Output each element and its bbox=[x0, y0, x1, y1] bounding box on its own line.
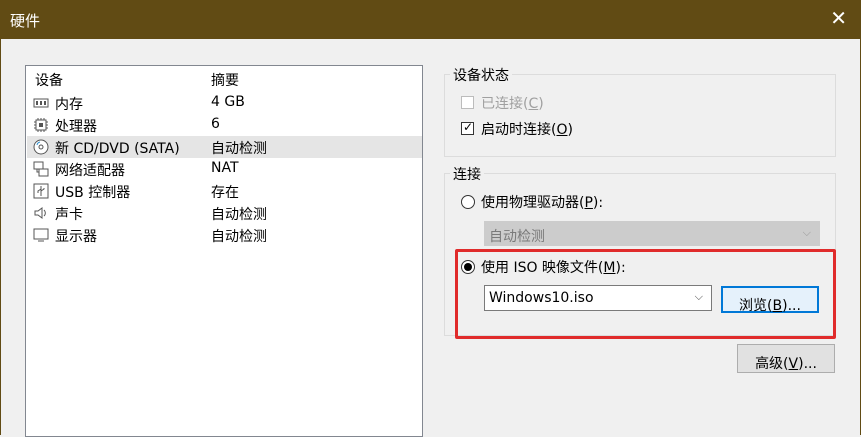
window-title: 硬件 bbox=[10, 12, 41, 30]
connection-label: 连接 bbox=[450, 164, 484, 184]
physical-drive-radio[interactable] bbox=[461, 195, 475, 209]
device-list-header: 设备 摘要 bbox=[26, 70, 422, 90]
column-header-device[interactable]: 设备 bbox=[35, 70, 63, 90]
device-row-cd-dvd[interactable]: 新 CD/DVD (SATA) 自动检测 bbox=[27, 136, 422, 158]
device-name: 处理器 bbox=[55, 119, 97, 135]
memory-icon bbox=[33, 95, 49, 111]
device-status-group bbox=[444, 74, 836, 157]
device-row-memory[interactable]: 内存 4 GB bbox=[27, 92, 422, 114]
connect-at-power-on-label: 启动时连接(O) bbox=[481, 122, 573, 138]
device-list[interactable]: 设备 摘要 内存 4 GB 处理器 6 新 CD/DVD (SATA) 自动检测… bbox=[25, 65, 423, 437]
device-row-processor[interactable]: 处理器 6 bbox=[27, 114, 422, 136]
device-summary: 6 bbox=[211, 116, 220, 132]
window-border-left bbox=[0, 39, 1, 435]
device-name: USB 控制器 bbox=[55, 185, 131, 201]
device-row-display[interactable]: 显示器 自动检测 bbox=[27, 224, 422, 246]
column-header-summary[interactable]: 摘要 bbox=[211, 70, 239, 90]
cpu-icon bbox=[33, 117, 49, 133]
device-row-usb[interactable]: USB 控制器 存在 bbox=[27, 180, 422, 202]
advanced-button[interactable]: 高级(V)... bbox=[737, 344, 835, 373]
device-name: 声卡 bbox=[55, 207, 83, 223]
cd-dvd-icon bbox=[33, 139, 49, 155]
monitor-icon bbox=[33, 227, 49, 243]
device-summary: NAT bbox=[211, 160, 239, 176]
connected-checkbox[interactable] bbox=[461, 96, 474, 109]
connected-label: 已连接(C) bbox=[481, 96, 544, 112]
physical-drive-dropdown[interactable]: 自动检测 ⌵ bbox=[484, 221, 820, 246]
device-name: 内存 bbox=[55, 97, 83, 113]
title-bar: 硬件 ✕ bbox=[0, 0, 861, 39]
device-name: 网络适配器 bbox=[55, 163, 125, 179]
device-summary: 存在 bbox=[211, 185, 239, 201]
device-summary: 自动检测 bbox=[211, 207, 267, 223]
device-name: 新 CD/DVD (SATA) bbox=[55, 141, 180, 157]
advanced-button-label: 高级(V)... bbox=[755, 356, 817, 372]
close-icon[interactable]: ✕ bbox=[830, 8, 847, 28]
device-summary: 4 GB bbox=[211, 94, 245, 110]
iso-highlight-box bbox=[455, 249, 836, 339]
network-adapter-icon bbox=[33, 161, 49, 177]
device-name: 显示器 bbox=[55, 229, 97, 245]
usb-icon bbox=[33, 183, 49, 199]
device-summary: 自动检测 bbox=[211, 141, 267, 157]
speaker-icon bbox=[33, 205, 49, 221]
physical-drive-value: 自动检测 bbox=[489, 229, 545, 245]
checkmark-icon: ✓ bbox=[463, 120, 474, 134]
device-row-sound[interactable]: 声卡 自动检测 bbox=[27, 202, 422, 224]
device-row-network[interactable]: 网络适配器 NAT bbox=[27, 158, 422, 180]
physical-drive-label: 使用物理驱动器(P): bbox=[481, 195, 604, 211]
device-summary: 自动检测 bbox=[211, 229, 267, 245]
connect-at-power-on-checkbox[interactable]: ✓ bbox=[461, 120, 474, 135]
device-status-label: 设备状态 bbox=[450, 65, 512, 85]
chevron-down-icon: ⌵ bbox=[802, 226, 811, 239]
